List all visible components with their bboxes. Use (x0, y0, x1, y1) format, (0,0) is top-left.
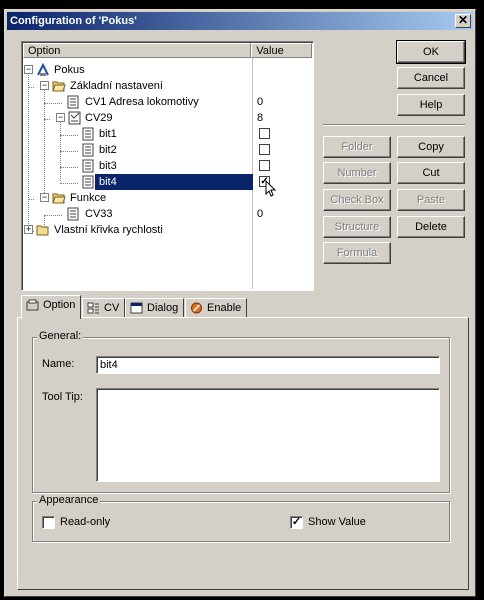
root-icon (37, 63, 49, 76)
collapse-icon[interactable]: − (40, 193, 49, 202)
cut-button[interactable]: Cut (397, 162, 465, 184)
column-header-option[interactable]: Option (23, 43, 252, 58)
general-group: General: Name: bit4 Tool Tip: (32, 330, 450, 493)
copy-button[interactable]: Copy (397, 136, 465, 158)
collapse-icon[interactable]: − (24, 65, 33, 74)
column-header-value[interactable]: Value (251, 43, 312, 58)
tree-label: CV1 Adresa lokomotivy (85, 96, 199, 108)
help-label: Help (419, 99, 443, 111)
enable-icon (191, 302, 202, 314)
collapse-icon[interactable]: − (56, 113, 65, 122)
button-separator (323, 124, 465, 126)
cancel-button[interactable]: Cancel (397, 67, 465, 89)
close-icon: ✕ (457, 13, 469, 27)
dialog-icon (130, 302, 143, 314)
close-button[interactable]: ✕ (455, 14, 471, 28)
ok-button[interactable]: OK (396, 40, 466, 64)
folder-button[interactable]: Folder (323, 136, 391, 158)
show-value-checkbox[interactable]: ✓ (290, 516, 303, 529)
formula-button[interactable]: Formula (323, 242, 391, 264)
tree-row-pokus[interactable]: − Pokus (23, 62, 312, 78)
cv-icon (67, 207, 79, 221)
paste-button[interactable]: Paste (397, 189, 465, 211)
tab-label: CV (104, 302, 120, 314)
tree-value: 0 (257, 96, 264, 108)
readonly-label: Read-only (60, 516, 111, 528)
bit-icon (82, 143, 94, 157)
number-button[interactable]: Number (323, 162, 391, 184)
bit2-value-checkbox[interactable] (259, 144, 270, 155)
tree-label: CV29 (85, 112, 113, 124)
bit-icon (82, 127, 94, 141)
tree-label: bit3 (99, 160, 117, 172)
tab-dialog[interactable]: Dialog (125, 298, 185, 318)
tree-row-bit4[interactable]: bit4 ✓ (23, 174, 312, 197)
tree-header: Option Value (23, 43, 312, 58)
readonly-checkbox[interactable] (42, 516, 55, 529)
name-label: Name: (42, 358, 75, 370)
mouse-cursor-icon (265, 180, 277, 197)
expand-icon[interactable]: + (24, 225, 33, 234)
tree-label: Vlastní křivka rychlosti (54, 224, 163, 236)
appearance-group: Appearance Read-only ✓ Show Value (32, 494, 450, 542)
bit3-value-checkbox[interactable] (259, 160, 270, 171)
cv-bits-icon (68, 111, 81, 125)
folder-open-icon (52, 193, 66, 204)
tree-label: bit2 (99, 144, 117, 156)
tree-row-zakladni-nastaveni[interactable]: − Základní nastavení (23, 78, 312, 94)
tree-row-bit3[interactable]: bit3 (23, 158, 312, 174)
tree-label: Pokus (54, 64, 85, 76)
tooltip-textarea[interactable] (96, 388, 440, 482)
bit1-value-checkbox[interactable] (259, 128, 270, 139)
tab-option[interactable]: Option (21, 295, 82, 319)
collapse-icon[interactable]: − (40, 81, 49, 90)
bit-icon (82, 159, 94, 173)
structure-button[interactable]: Structure (323, 216, 391, 238)
tab-enable[interactable]: Enable (185, 298, 248, 318)
show-value-label: Show Value (308, 516, 366, 528)
option-tree[interactable]: Option Value − Pokus − Základní nastaven… (21, 41, 314, 291)
tree-row-cv33[interactable]: CV33 0 (23, 206, 312, 222)
title-bar[interactable]: Configuration of 'Pokus' ✕ (7, 12, 473, 30)
folder-open-icon (52, 81, 66, 92)
delete-button[interactable]: Delete (397, 216, 465, 238)
tree-label: bit4 (97, 174, 119, 190)
cv-tab-icon (87, 302, 99, 314)
tab-cv[interactable]: CV (82, 298, 126, 318)
tree-row-cv29[interactable]: − CV29 8 (23, 110, 312, 126)
tooltip-label: Tool Tip: (42, 391, 83, 403)
tab-label: Enable (207, 302, 242, 314)
tree-label: Základní nastavení (70, 80, 163, 92)
tree-row-cv1[interactable]: CV1 Adresa lokomotivy 0 (23, 94, 312, 110)
name-field[interactable]: bit4 (96, 356, 440, 374)
tree-row-vlastni-krivka-rychlosti[interactable]: + Vlastní křivka rychlosti (23, 222, 312, 238)
general-group-label: General: (37, 330, 84, 342)
help-button[interactable]: Help (397, 94, 465, 116)
tree-row-bit2[interactable]: bit2 (23, 142, 312, 158)
tree-label: CV33 (85, 208, 113, 220)
folder-icon (36, 225, 49, 236)
option-tab-panel: General: Name: bit4 Tool Tip: Appearance… (17, 317, 469, 590)
configuration-dialog: Configuration of 'Pokus' ✕ Option Value … (4, 9, 476, 597)
window-title: Configuration of 'Pokus' (10, 15, 137, 27)
tree-value: 0 (257, 208, 264, 220)
cv-icon (67, 95, 79, 109)
checkbox-button[interactable]: Check Box (323, 189, 391, 211)
appearance-group-label: Appearance (37, 494, 101, 506)
option-icon (26, 299, 39, 311)
bit-icon (82, 175, 94, 189)
tree-label: bit1 (99, 128, 117, 140)
tree-row-bit1[interactable]: bit1 (23, 126, 312, 142)
tab-label: Dialog (147, 302, 179, 314)
tree-label: Funkce (70, 192, 107, 204)
tree-value: 8 (257, 112, 264, 124)
tab-label: Option (43, 299, 76, 311)
